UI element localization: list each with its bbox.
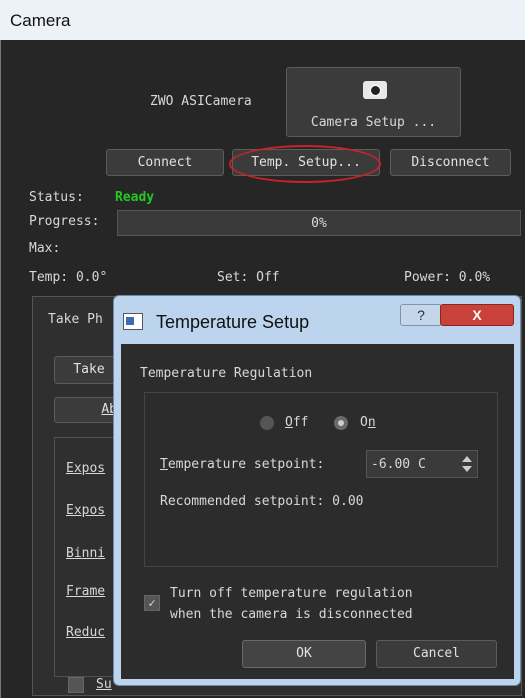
turn-off-checkbox[interactable]: ✓ xyxy=(144,595,160,611)
power-readout: Power: 0.0% xyxy=(404,270,491,285)
set-readout: Set: Off xyxy=(217,270,280,285)
regulation-group xyxy=(144,392,498,567)
bottom-checkbox[interactable] xyxy=(68,677,84,693)
window-title: Camera xyxy=(10,11,71,30)
exposure-label-1: Expos xyxy=(66,461,106,476)
regulation-group-label: Temperature Regulation xyxy=(140,366,313,381)
spin-down-icon[interactable] xyxy=(462,466,472,472)
dialog-title: Temperature Setup xyxy=(156,312,310,332)
camera-icon xyxy=(363,81,387,99)
progress-bar: 0% xyxy=(117,210,521,236)
spin-up-icon[interactable] xyxy=(462,456,472,462)
disconnect-button[interactable]: Disconnect xyxy=(390,149,511,176)
status-label: Status: xyxy=(29,190,84,205)
bottom-item-label: Su xyxy=(96,677,112,692)
highlight-annotation xyxy=(229,145,381,183)
checkbox-label-line2: when the camera is disconnected xyxy=(170,607,413,622)
checkbox-label-line1: Turn off temperature regulation xyxy=(170,586,413,601)
exposure-label-2: Expos xyxy=(66,503,106,518)
setpoint-label: Temperature setpoint: xyxy=(160,457,325,472)
connect-button[interactable]: Connect xyxy=(106,149,224,176)
temp-readout: Temp: 0.0° xyxy=(29,270,108,285)
tab-take-photo[interactable]: Take Ph xyxy=(48,312,103,327)
window-title-bar: Camera xyxy=(0,0,525,40)
cancel-button[interactable]: Cancel xyxy=(376,640,497,668)
binning-label: Binni xyxy=(66,546,106,561)
ok-button[interactable]: OK xyxy=(242,640,366,668)
help-button[interactable]: ? xyxy=(400,304,442,326)
dialog-app-icon-fill xyxy=(126,317,134,325)
camera-name: ZWO ASICamera xyxy=(150,94,252,109)
radio-on[interactable] xyxy=(334,416,348,430)
camera-setup-button[interactable]: Camera Setup ... xyxy=(286,67,461,137)
radio-off[interactable] xyxy=(260,416,274,430)
max-label: Max: xyxy=(29,241,61,256)
radio-on-label: On xyxy=(360,415,376,430)
status-value: Ready xyxy=(115,190,155,205)
reduce-label: Reduc xyxy=(66,625,106,640)
radio-off-label: Off xyxy=(285,415,309,430)
progress-text: 0% xyxy=(311,216,327,231)
setpoint-spinbox[interactable]: -6.00 C xyxy=(366,450,478,478)
close-button[interactable]: X xyxy=(440,304,514,326)
frame-label: Frame xyxy=(66,584,106,599)
progress-label: Progress: xyxy=(29,214,100,229)
dialog-app-icon xyxy=(123,313,143,330)
camera-setup-label: Camera Setup ... xyxy=(310,115,437,130)
recommended-setpoint: Recommended setpoint: 0.00 xyxy=(160,494,364,509)
setpoint-value: -6.00 C xyxy=(371,457,426,472)
